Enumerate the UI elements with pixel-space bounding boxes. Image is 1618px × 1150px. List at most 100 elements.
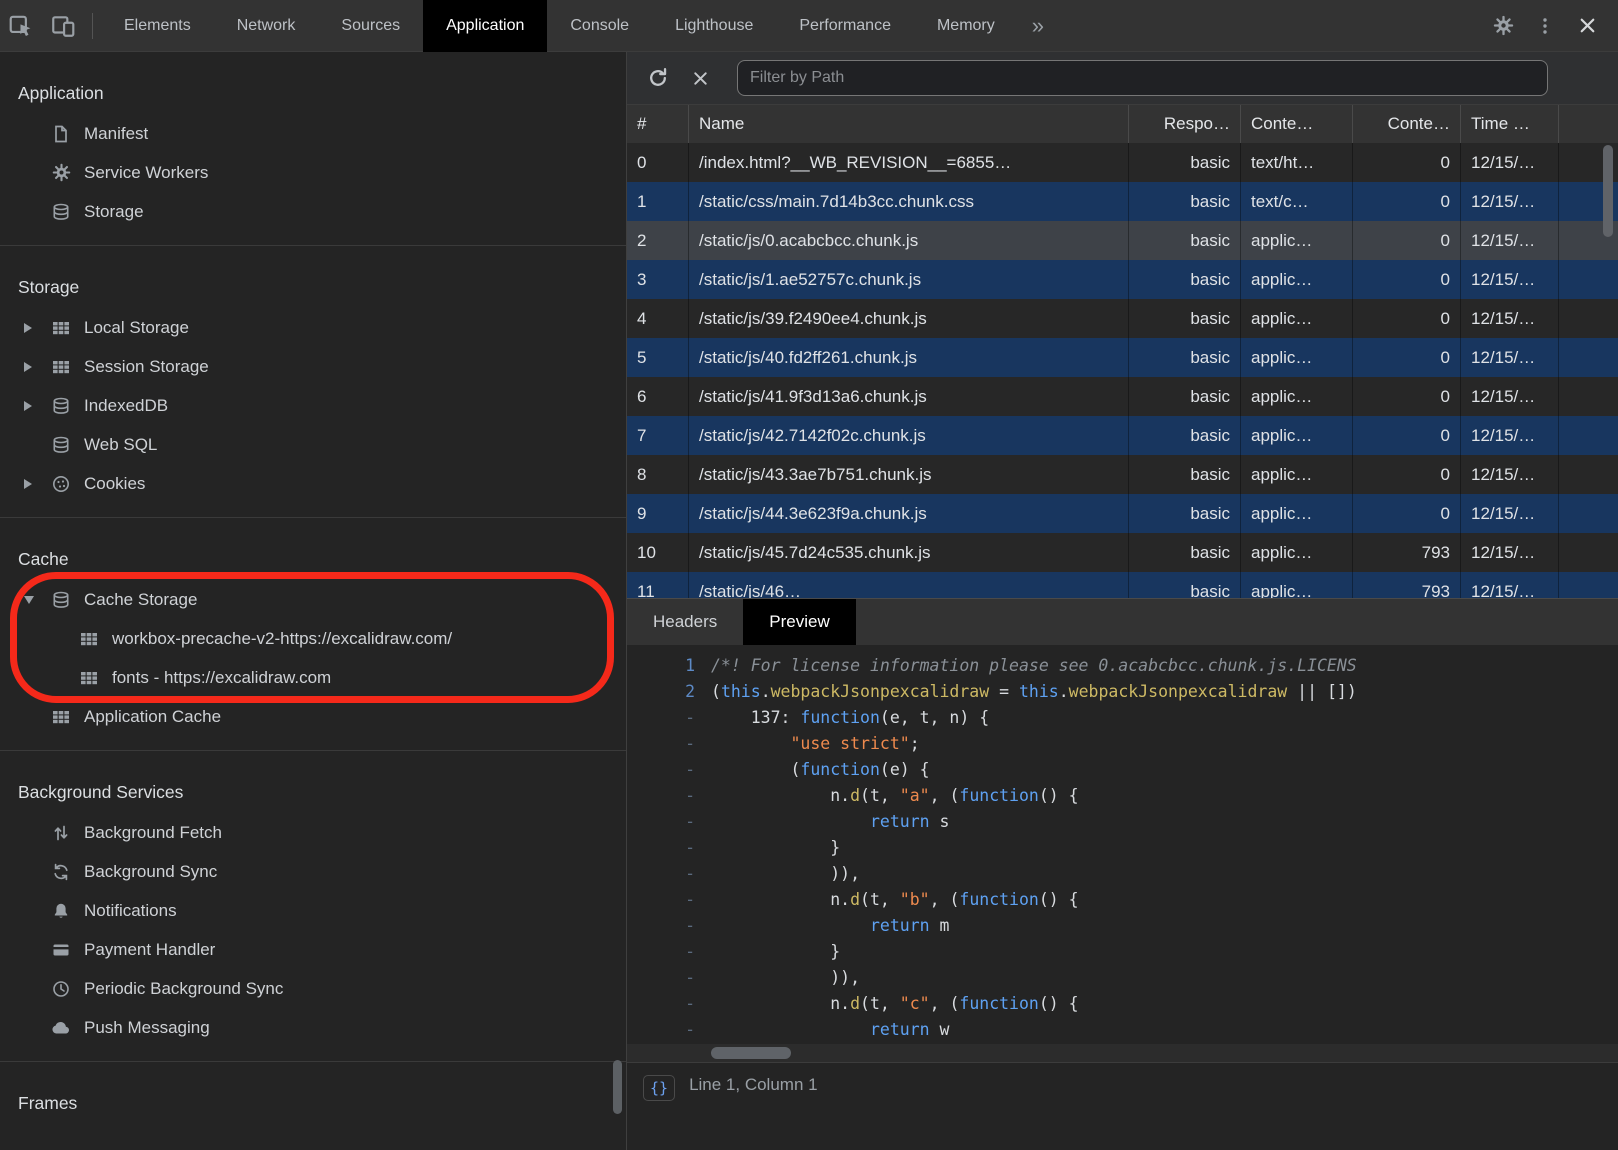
devtools-tabs: ElementsNetworkSourcesApplicationConsole… <box>101 0 1018 52</box>
tab-lighthouse[interactable]: Lighthouse <box>652 0 776 52</box>
sidebar-item-background-sync[interactable]: Background Sync <box>0 852 626 891</box>
clear-icon[interactable] <box>679 52 721 104</box>
sidebar-item-workbox-precache-v2-https-excalidraw-com[interactable]: workbox-precache-v2-https://excalidraw.c… <box>0 619 626 658</box>
grid-icon <box>50 318 72 338</box>
column-header-conte[interactable]: Conte… <box>1353 105 1461 143</box>
tab-performance[interactable]: Performance <box>776 0 914 52</box>
sidebar-item-indexeddb[interactable]: IndexedDB <box>0 386 626 425</box>
sidebar-item-label: Session Storage <box>84 357 209 377</box>
table-row[interactable]: 9/static/js/44.3e623f9a.chunk.jsbasicapp… <box>627 494 1618 533</box>
sidebar-item-session-storage[interactable]: Session Storage <box>0 347 626 386</box>
inspect-icon[interactable] <box>0 0 42 52</box>
table-row[interactable]: 0/index.html?__WB_REVISION__=6855…basict… <box>627 143 1618 182</box>
cell-index: 0 <box>627 143 689 182</box>
tab-sources[interactable]: Sources <box>318 0 423 52</box>
grid-icon <box>50 357 72 377</box>
sidebar-item-fonts-https-excalidraw-com[interactable]: fonts - https://excalidraw.com <box>0 658 626 697</box>
column-header-index[interactable]: # <box>627 105 689 143</box>
sidebar-item-label: Cookies <box>84 474 145 494</box>
code-line: - (function(e) { <box>627 757 1618 783</box>
table-row[interactable]: 3/static/js/1.ae52757c.chunk.jsbasicappl… <box>627 260 1618 299</box>
line-number: - <box>627 887 711 913</box>
sidebar-sections: ApplicationManifestService WorkersStorag… <box>0 52 626 1138</box>
sidebar-item-application-cache[interactable]: Application Cache <box>0 697 626 736</box>
expander-right-icon[interactable] <box>24 479 50 489</box>
cache-resources-panel: #NameRespo…Conte…Conte…Time … 0/index.ht… <box>627 52 1618 1150</box>
line-number: - <box>627 913 711 939</box>
tab-network[interactable]: Network <box>214 0 319 52</box>
cell-name: /static/js/0.acabcbcc.chunk.js <box>689 221 1129 260</box>
cell-content-length: 0 <box>1353 416 1461 455</box>
code-text: } <box>711 939 840 965</box>
sidebar-item-label: Payment Handler <box>84 940 215 960</box>
settings-gear-icon[interactable] <box>1482 0 1524 52</box>
line-number: - <box>627 861 711 887</box>
sidebar-item-background-fetch[interactable]: Background Fetch <box>0 813 626 852</box>
tab-preview[interactable]: Preview <box>743 599 855 645</box>
sidebar-item-label: fonts - https://excalidraw.com <box>112 668 331 688</box>
table-row[interactable]: 5/static/js/40.fd2ff261.chunk.jsbasicapp… <box>627 338 1618 377</box>
code-line: - n.d(t, "a", (function() { <box>627 783 1618 809</box>
tab-application[interactable]: Application <box>423 0 547 52</box>
code-text: 137: function(e, t, n) { <box>711 705 989 731</box>
cookie-icon <box>50 474 72 494</box>
table-row[interactable]: 2/static/js/0.acabcbcc.chunk.jsbasicappl… <box>627 221 1618 260</box>
more-tabs-button[interactable]: » <box>1018 0 1058 52</box>
table-row[interactable]: 4/static/js/39.f2490ee4.chunk.jsbasicapp… <box>627 299 1618 338</box>
sidebar-item-local-storage[interactable]: Local Storage <box>0 308 626 347</box>
column-header-conte[interactable]: Conte… <box>1241 105 1353 143</box>
tab-headers[interactable]: Headers <box>627 599 743 645</box>
expander-right-icon[interactable] <box>24 362 50 372</box>
code-preview[interactable]: 1/*! For license information please see … <box>627 645 1618 1044</box>
table-row[interactable]: 8/static/js/43.3ae7b751.chunk.jsbasicapp… <box>627 455 1618 494</box>
tab-elements[interactable]: Elements <box>101 0 214 52</box>
column-header-time[interactable]: Time … <box>1461 105 1559 143</box>
table-scrollbar[interactable] <box>1603 145 1613 237</box>
column-header-name[interactable]: Name <box>689 105 1129 143</box>
sidebar-section-frames: Frames <box>0 1061 626 1138</box>
close-icon[interactable] <box>1566 0 1608 52</box>
section-title-frames: Frames <box>0 1082 626 1124</box>
sidebar-item-notifications[interactable]: Notifications <box>0 891 626 930</box>
cell-content-type: text/ht… <box>1241 143 1353 182</box>
sidebar-item-service-workers[interactable]: Service Workers <box>0 153 626 192</box>
sidebar-item-web-sql[interactable]: Web SQL <box>0 425 626 464</box>
sidebar-item-cache-storage[interactable]: Cache Storage <box>0 580 626 619</box>
sidebar-item-cookies[interactable]: Cookies <box>0 464 626 503</box>
tab-console[interactable]: Console <box>547 0 652 52</box>
sidebar-item-label: Web SQL <box>84 435 157 455</box>
expander-right-icon[interactable] <box>24 401 50 411</box>
sidebar-item-periodic-background-sync[interactable]: Periodic Background Sync <box>0 969 626 1008</box>
column-header-respo[interactable]: Respo… <box>1129 105 1241 143</box>
expander-down-icon[interactable] <box>24 596 50 604</box>
table-row[interactable]: 1/static/css/main.7d14b3cc.chunk.cssbasi… <box>627 182 1618 221</box>
code-text: )), <box>711 965 860 991</box>
tab-memory[interactable]: Memory <box>914 0 1018 52</box>
sidebar-scrollbar[interactable] <box>613 1060 622 1114</box>
cell-name: /static/js/40.fd2ff261.chunk.js <box>689 338 1129 377</box>
cell-content-length: 0 <box>1353 143 1461 182</box>
code-horizontal-scrollbar[interactable] <box>627 1044 1618 1062</box>
sidebar-item-label: Notifications <box>84 901 177 921</box>
line-number: - <box>627 705 711 731</box>
cell-name: /static/js/43.3ae7b751.chunk.js <box>689 455 1129 494</box>
sidebar-item-payment-handler[interactable]: Payment Handler <box>0 930 626 969</box>
table-row[interactable]: 7/static/js/42.7142f02c.chunk.jsbasicapp… <box>627 416 1618 455</box>
refresh-icon[interactable] <box>637 52 679 104</box>
scrollbar-thumb[interactable] <box>711 1047 791 1059</box>
menu-kebab-icon[interactable] <box>1524 0 1566 52</box>
table-row[interactable]: 10/static/js/45.7d24c535.chunk.jsbasicap… <box>627 533 1618 572</box>
cell-name: /static/js/39.f2490ee4.chunk.js <box>689 299 1129 338</box>
device-toolbar-icon[interactable] <box>42 0 84 52</box>
sidebar-item-manifest[interactable]: Manifest <box>0 114 626 153</box>
table-row[interactable]: 6/static/js/41.9f3d13a6.chunk.jsbasicapp… <box>627 377 1618 416</box>
sidebar-item-push-messaging[interactable]: Push Messaging <box>0 1008 626 1047</box>
code-text: /*! For license information please see 0… <box>711 653 1357 679</box>
sidebar-item-storage[interactable]: Storage <box>0 192 626 231</box>
cell-content-type: applic… <box>1241 455 1353 494</box>
filter-input[interactable] <box>737 60 1548 96</box>
line-number: - <box>627 991 711 1017</box>
expander-right-icon[interactable] <box>24 323 50 333</box>
table-row[interactable]: 11/static/js/46…basicapplic…79312/15/… <box>627 572 1618 598</box>
sidebar-item-label: Push Messaging <box>84 1018 210 1038</box>
